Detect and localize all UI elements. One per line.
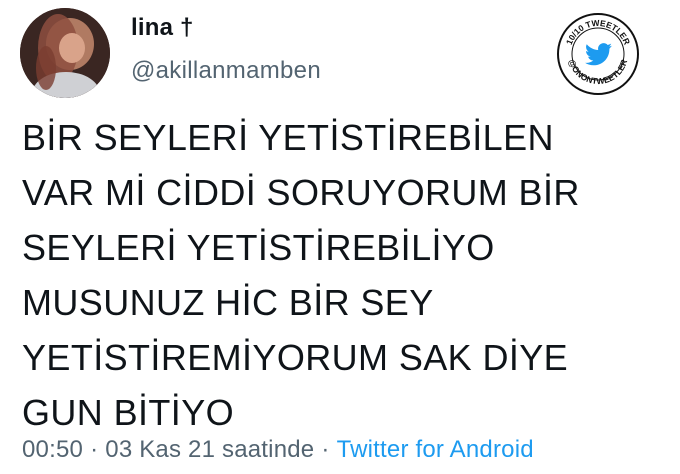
- tweet-text: BİR SEYLERİ YETİSTİREBİLEN VAR Mİ CİDDİ …: [22, 110, 672, 440]
- separator-dot: ·: [321, 436, 330, 463]
- tweet-line: YETİSTİREMİYORUM SAK DİYE: [22, 337, 569, 378]
- tweet-card: lina † @akillanmamben 10/10 TWEETLER @ON…: [0, 0, 680, 474]
- avatar-image: [20, 8, 110, 98]
- user-handle[interactable]: @akillanmamben: [131, 57, 321, 85]
- avatar[interactable]: [20, 8, 110, 98]
- watermark-badge: 10/10 TWEETLER @ONONTWEETLER: [556, 12, 640, 96]
- tweet-line: MUSUNUZ HİC BİR SEY: [22, 282, 434, 323]
- tweet-line: BİR SEYLERİ YETİSTİREBİLEN: [22, 117, 554, 158]
- tweet-source-link[interactable]: Twitter for Android: [337, 436, 534, 463]
- tweet-line: SEYLERİ YETİSTİREBİLİYO: [22, 227, 495, 268]
- separator-dot: ·: [90, 436, 99, 463]
- tweet-line: VAR Mİ CİDDİ SORUYORUM BİR: [22, 172, 580, 213]
- tweet-line: GUN BİTİYO: [22, 392, 235, 433]
- tweet-time[interactable]: 00:50: [22, 436, 83, 463]
- tweet-metadata: 00:50 · 03 Kas 21 saatinde · Twitter for And…: [22, 436, 534, 464]
- tweet-date[interactable]: 03 Kas 21 saatinde: [105, 436, 314, 463]
- display-name[interactable]: lina †: [131, 14, 194, 42]
